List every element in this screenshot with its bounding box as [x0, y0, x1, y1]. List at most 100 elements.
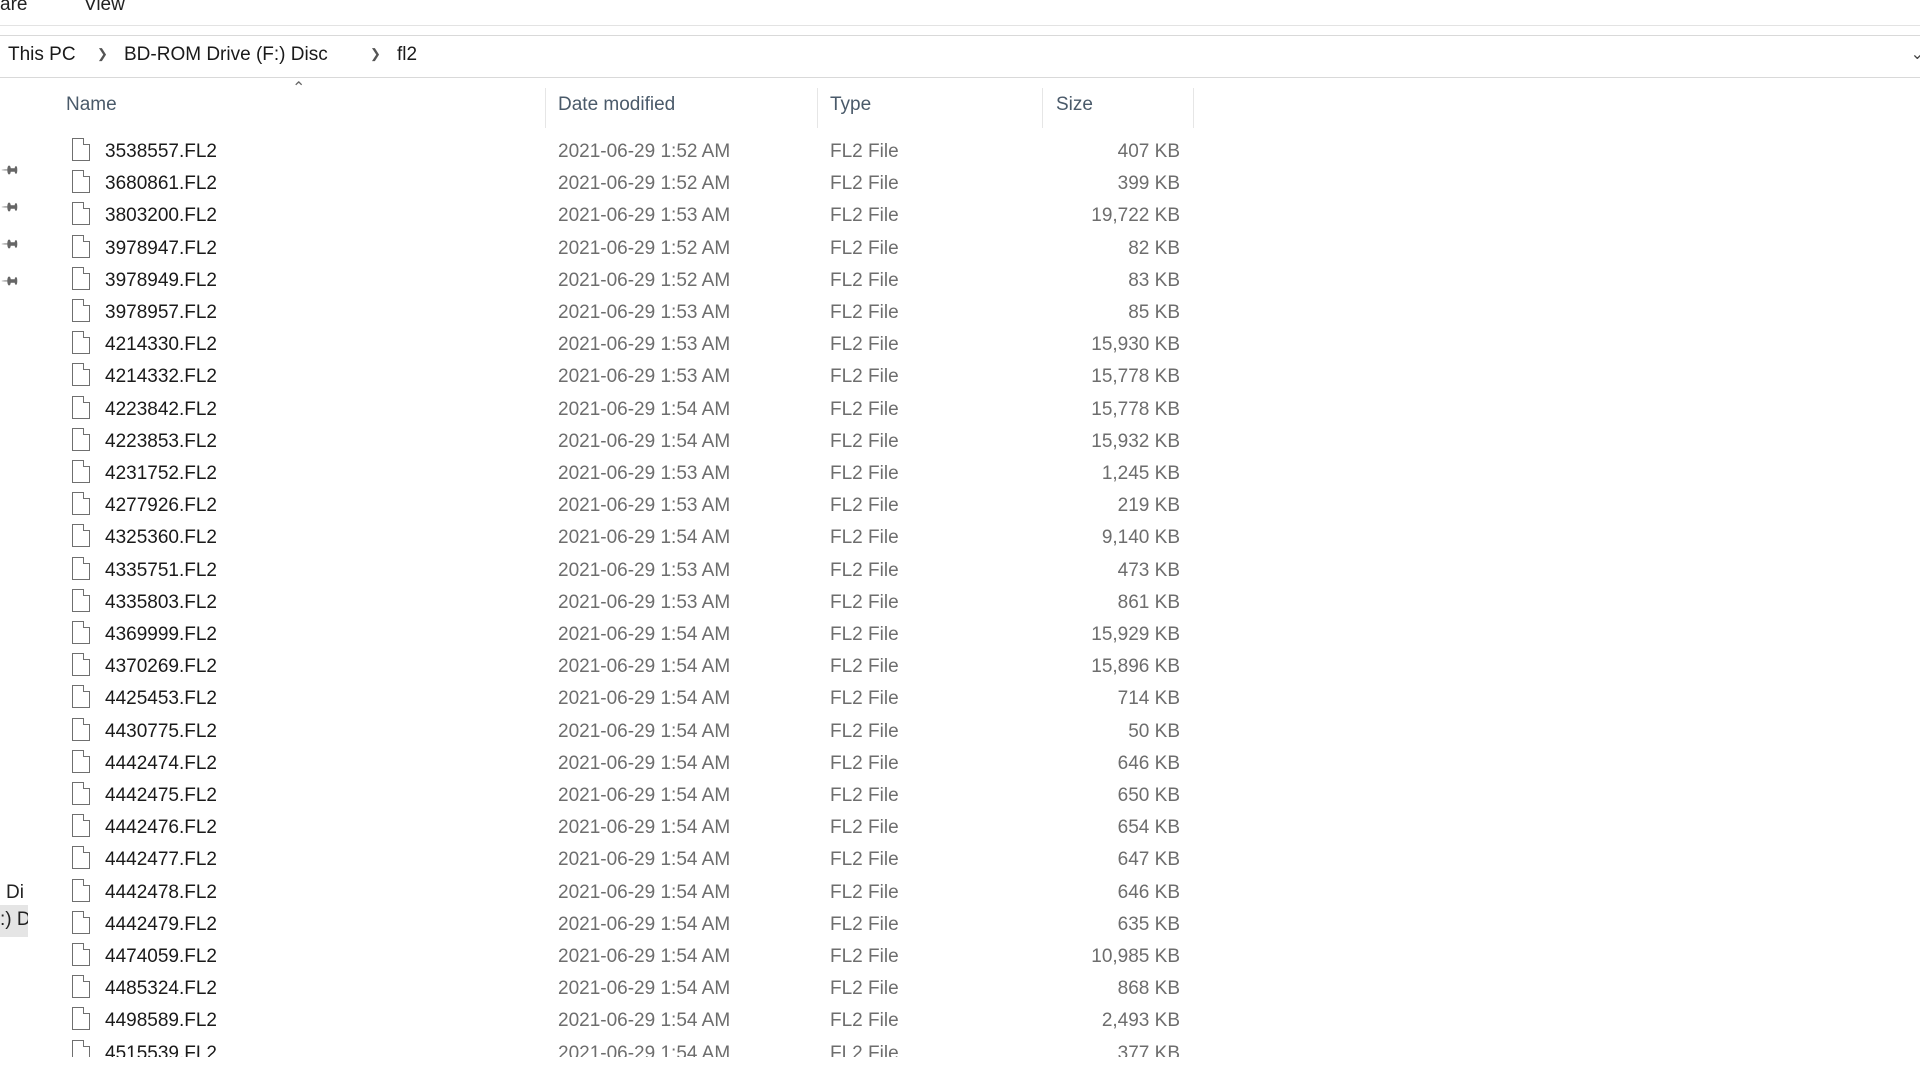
address-bar[interactable]: This PC ❯ BD-ROM Drive (F:) Disc ❯ fl2 ⌄	[0, 35, 1920, 78]
file-name: 4277926.FL2	[105, 495, 217, 517]
file-row[interactable]: 4335751.FL2 2021-06-29 1:53 AM FL2 File 473…	[0, 556, 1920, 588]
breadcrumb-fl2[interactable]: fl2	[397, 44, 417, 66]
file-size: 654 KB	[1117, 817, 1180, 839]
file-row[interactable]: 4515539.FL2 2021-06-29 1:54 AM FL2 File 377…	[0, 1039, 1920, 1057]
sort-ascending-icon: ⌃	[292, 80, 306, 97]
file-icon	[72, 427, 90, 451]
file-type: FL2 File	[830, 881, 899, 903]
ribbon-divider	[0, 25, 1920, 26]
file-date-modified: 2021-06-29 1:54 AM	[558, 398, 731, 420]
chevron-right-icon[interactable]: ❯	[97, 46, 108, 62]
file-icon	[72, 460, 90, 483]
file-type: FL2 File	[830, 720, 899, 742]
file-row[interactable]: 4214332.FL2 2021-06-29 1:53 AM FL2 File 15,…	[0, 362, 1920, 394]
file-date-modified: 2021-06-29 1:52 AM	[558, 141, 731, 162]
column-divider[interactable]	[545, 88, 546, 128]
file-row[interactable]: 4214330.FL2 2021-06-29 1:53 AM FL2 File 15,…	[0, 330, 1920, 362]
file-row[interactable]: 4498589.FL2 2021-06-29 1:54 AM FL2 File 2,4…	[0, 1006, 1920, 1038]
file-size: 219 KB	[1117, 495, 1180, 517]
file-row[interactable]: 4430775.FL2 2021-06-29 1:54 AM FL2 File 50 …	[0, 717, 1920, 749]
file-row[interactable]: 4442476.FL2 2021-06-29 1:54 AM FL2 File 654…	[0, 813, 1920, 845]
file-row[interactable]: 4425453.FL2 2021-06-29 1:54 AM FL2 File 714…	[0, 684, 1920, 716]
file-name: 4442475.FL2	[105, 785, 217, 806]
chevron-right-icon[interactable]: ❯	[370, 46, 381, 62]
column-header-date[interactable]: Date modified	[558, 94, 675, 126]
file-row[interactable]: 4442474.FL2 2021-06-29 1:54 AM FL2 File 646…	[0, 749, 1920, 781]
file-name: 3978947.FL2	[105, 237, 217, 259]
file-row[interactable]: 4474059.FL2 2021-06-29 1:54 AM FL2 File 10,…	[0, 942, 1920, 974]
file-name: 4515539.FL2	[105, 1042, 217, 1057]
file-type: FL2 File	[830, 785, 899, 806]
file-name: 4214330.FL2	[105, 334, 217, 356]
file-icon	[72, 266, 90, 290]
file-icon	[72, 202, 90, 226]
column-divider[interactable]	[1042, 88, 1043, 128]
column-header-name[interactable]: Name	[66, 94, 117, 126]
file-row[interactable]: 4325360.FL2 2021-06-29 1:54 AM FL2 File 9,1…	[0, 523, 1920, 555]
file-name: 3538557.FL2	[105, 141, 217, 162]
breadcrumb-drive[interactable]: BD-ROM Drive (F:) Disc	[124, 44, 328, 66]
file-row[interactable]: 4442475.FL2 2021-06-29 1:54 AM FL2 File 650…	[0, 781, 1920, 813]
file-icon	[72, 749, 90, 773]
file-type: FL2 File	[830, 398, 899, 420]
file-name: 4325360.FL2	[105, 527, 217, 549]
file-date-modified: 2021-06-29 1:54 AM	[558, 688, 731, 710]
column-header-size[interactable]: Size	[1056, 94, 1093, 126]
file-row[interactable]: 4231752.FL2 2021-06-29 1:53 AM FL2 File 1,2…	[0, 459, 1920, 491]
file-icon	[72, 621, 90, 644]
file-row[interactable]: 4223842.FL2 2021-06-29 1:54 AM FL2 File 15,…	[0, 395, 1920, 427]
file-type: FL2 File	[830, 237, 899, 259]
chevron-down-icon[interactable]: ⌄	[1911, 44, 1920, 64]
file-name: 4223853.FL2	[105, 430, 217, 452]
column-header-type[interactable]: Type	[830, 94, 871, 126]
file-row[interactable]: 3538557.FL2 2021-06-29 1:52 AM FL2 File 407…	[0, 137, 1920, 169]
file-name: 4442477.FL2	[105, 849, 217, 871]
file-icon	[72, 975, 90, 999]
file-row[interactable]: 3680861.FL2 2021-06-29 1:52 AM FL2 File 399…	[0, 169, 1920, 201]
file-name: 3680861.FL2	[105, 173, 217, 195]
file-row[interactable]: 3978957.FL2 2021-06-29 1:53 AM FL2 File 85 …	[0, 298, 1920, 330]
file-row[interactable]: 3803200.FL2 2021-06-29 1:53 AM FL2 File 19,…	[0, 201, 1920, 233]
column-divider[interactable]	[817, 88, 818, 128]
file-icon	[72, 878, 90, 902]
file-size: 407 KB	[1117, 141, 1180, 162]
file-size: 10,985 KB	[1091, 946, 1180, 967]
file-row[interactable]: 4369999.FL2 2021-06-29 1:54 AM FL2 File 15,…	[0, 620, 1920, 652]
file-size: 646 KB	[1117, 752, 1180, 774]
file-date-modified: 2021-06-29 1:52 AM	[558, 237, 731, 259]
file-date-modified: 2021-06-29 1:53 AM	[558, 205, 731, 227]
file-icon	[72, 943, 90, 966]
file-date-modified: 2021-06-29 1:53 AM	[558, 591, 731, 613]
file-row[interactable]: 4442478.FL2 2021-06-29 1:54 AM FL2 File 646…	[0, 878, 1920, 910]
file-row[interactable]: 3978947.FL2 2021-06-29 1:52 AM FL2 File 82 …	[0, 234, 1920, 266]
file-icon	[72, 363, 90, 387]
file-row[interactable]: 4442477.FL2 2021-06-29 1:54 AM FL2 File 647…	[0, 845, 1920, 877]
file-type: FL2 File	[830, 688, 899, 710]
file-row[interactable]: 4223853.FL2 2021-06-29 1:54 AM FL2 File 15,…	[0, 427, 1920, 459]
file-row[interactable]: 4485324.FL2 2021-06-29 1:54 AM FL2 File 868…	[0, 974, 1920, 1006]
file-list: 3538557.FL2 2021-06-29 1:52 AM FL2 File 407…	[0, 137, 1920, 1057]
file-row[interactable]: 3978949.FL2 2021-06-29 1:52 AM FL2 File 83 …	[0, 266, 1920, 298]
file-row[interactable]: 4277926.FL2 2021-06-29 1:53 AM FL2 File 219…	[0, 491, 1920, 523]
breadcrumb-this-pc[interactable]: This PC	[8, 44, 76, 66]
file-name: 3978957.FL2	[105, 302, 217, 323]
file-type: FL2 File	[830, 205, 899, 227]
column-divider[interactable]	[1193, 88, 1194, 128]
file-name: 4335751.FL2	[105, 559, 217, 581]
file-type: FL2 File	[830, 366, 899, 388]
ribbon-tab-share[interactable]: are	[0, 0, 27, 16]
file-size: 399 KB	[1117, 173, 1180, 195]
file-name: 4430775.FL2	[105, 720, 217, 742]
file-row[interactable]: 4442479.FL2 2021-06-29 1:54 AM FL2 File 635…	[0, 910, 1920, 942]
file-size: 2,493 KB	[1101, 1010, 1180, 1032]
file-size: 861 KB	[1117, 591, 1180, 613]
file-row[interactable]: 4370269.FL2 2021-06-29 1:54 AM FL2 File 15,…	[0, 652, 1920, 684]
file-icon	[72, 556, 90, 580]
file-date-modified: 2021-06-29 1:54 AM	[558, 978, 731, 1000]
ribbon-tab-view[interactable]: View	[84, 0, 125, 16]
file-date-modified: 2021-06-29 1:52 AM	[558, 269, 731, 291]
file-name: 3803200.FL2	[105, 205, 217, 227]
file-type: FL2 File	[830, 656, 899, 678]
file-row[interactable]: 4335803.FL2 2021-06-29 1:53 AM FL2 File 861…	[0, 588, 1920, 620]
file-size: 83 KB	[1128, 269, 1180, 291]
